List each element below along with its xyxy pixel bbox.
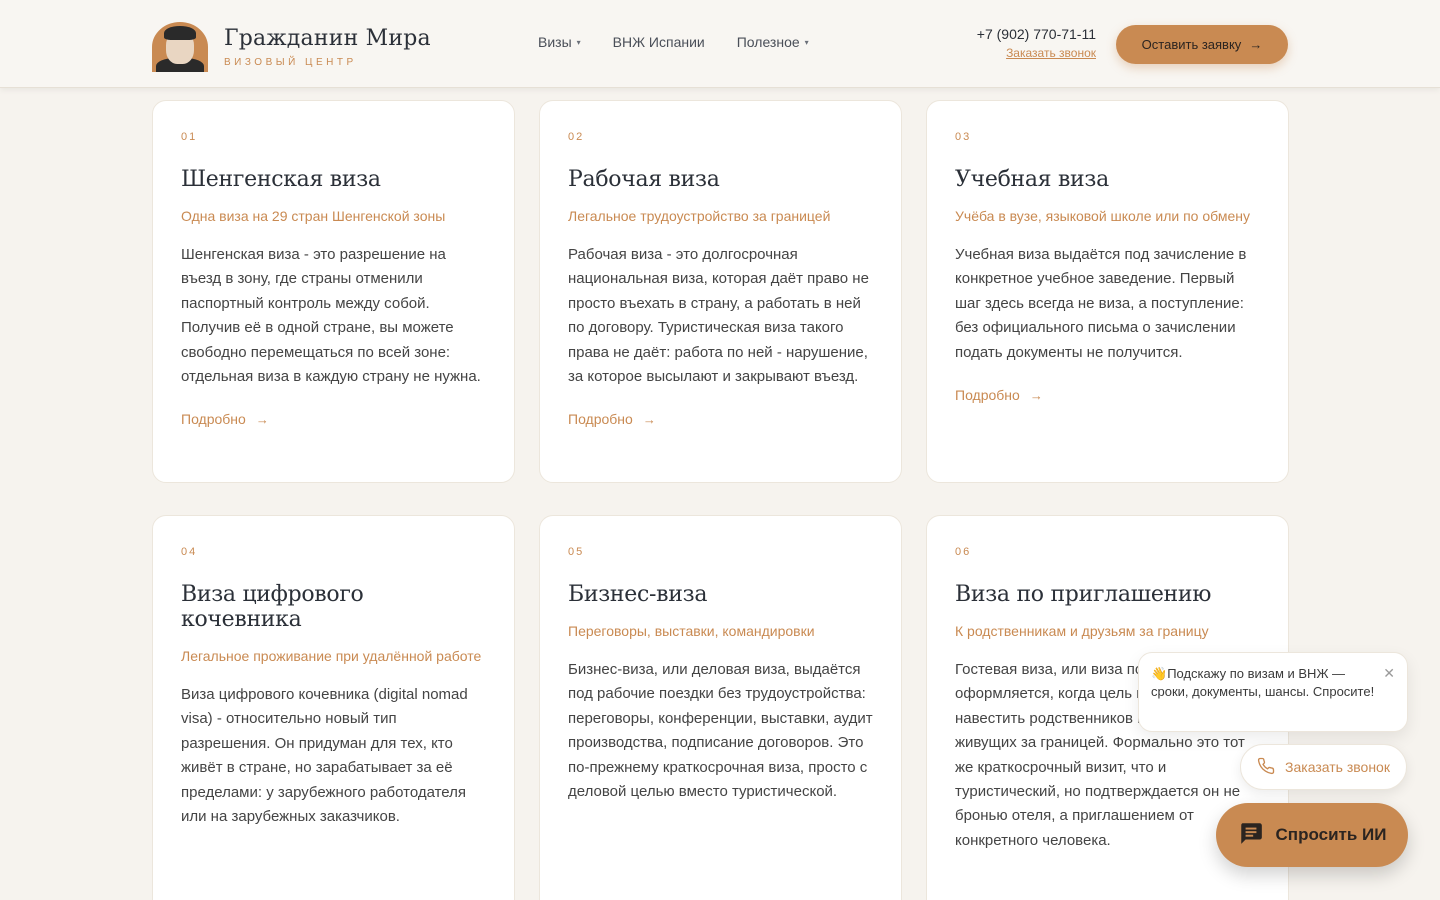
card-number: 04 <box>181 546 198 558</box>
card-title: Бизнес-виза <box>568 582 708 607</box>
card-number: 05 <box>568 546 585 558</box>
close-icon[interactable]: ✕ <box>1383 664 1395 682</box>
card-subtitle: Легальное трудоустройство за границей <box>568 208 831 224</box>
caret-down-icon: ▾ <box>804 37 809 47</box>
card-number: 06 <box>955 546 972 558</box>
visa-card: 05 Бизнес-виза Переговоры, выставки, ком… <box>539 515 902 900</box>
card-more-label: Подробно <box>955 387 1020 404</box>
submit-request-label: Оставить заявку <box>1141 37 1242 52</box>
card-text: Виза цифрового кочевника (digital nomad … <box>181 686 468 826</box>
nav-item-label: Визы <box>538 34 572 50</box>
arrow-right-icon: → <box>255 411 269 427</box>
card-title: Рабочая виза <box>568 167 720 192</box>
ask-ai-button[interactable]: Спросить ИИ <box>1216 803 1408 867</box>
logo-avatar-icon <box>152 22 208 72</box>
card-title: Шенгенская виза <box>181 167 381 192</box>
nav-item-visas[interactable]: Визы ▾ <box>538 34 581 50</box>
card-text: Рабочая виза - это долгосрочная национал… <box>568 246 869 386</box>
header-contact: +7 (902) 770-71-11 Заказать звонок <box>966 26 1096 60</box>
phone-icon <box>1257 757 1275 778</box>
card-subtitle: Переговоры, выставки, командировки <box>568 623 815 639</box>
nav-item-label: ВНЖ Испании <box>612 34 705 50</box>
card-title: Учебная виза <box>955 167 1109 192</box>
visa-card: 03 Учебная виза Учёба в вузе, языковой ш… <box>926 100 1289 483</box>
card-subtitle: Легальное проживание при удалённой работ… <box>181 648 482 664</box>
callback-link[interactable]: Заказать звонок <box>966 46 1096 60</box>
card-subtitle: Учёба в вузе, языковой школе или по обме… <box>955 208 1250 224</box>
card-text: Шенгенская виза - это разрешение на въез… <box>181 246 481 386</box>
card-text: Бизнес-виза, или деловая виза, выдаётся … <box>568 661 873 801</box>
logo[interactable]: Гражданин Мира ВИЗОВЫЙ ЦЕНТР <box>152 22 431 72</box>
card-more-label: Подробно <box>568 411 633 428</box>
site-header: Гражданин Мира ВИЗОВЫЙ ЦЕНТР Визы ▾ ВНЖ … <box>0 0 1440 88</box>
logo-title: Гражданин Мира <box>224 26 431 51</box>
logo-subtitle: ВИЗОВЫЙ ЦЕНТР <box>224 57 357 68</box>
phone-number[interactable]: +7 (902) 770-71-11 <box>966 26 1096 42</box>
ask-ai-label: Спросить ИИ <box>1275 825 1387 844</box>
callback-button[interactable]: Заказать звонок <box>1240 744 1407 790</box>
chat-greeting-bubble[interactable]: 👋Подскажу по визам и ВНЖ — сроки, докуме… <box>1138 652 1408 732</box>
card-number: 02 <box>568 131 585 143</box>
visa-card: 01 Шенгенская виза Одна виза на 29 стран… <box>152 100 515 483</box>
card-text: Учебная виза выдаётся под зачисление в к… <box>955 246 1247 361</box>
card-more-link[interactable]: Подробно → <box>955 387 1043 403</box>
card-subtitle: К родственникам и друзьям за границу <box>955 623 1209 639</box>
wave-hand-icon: 👋 <box>1151 666 1168 681</box>
card-subtitle: Одна виза на 29 стран Шенгенской зоны <box>181 208 446 224</box>
callback-button-label: Заказать звонок <box>1285 759 1390 775</box>
card-number: 03 <box>955 131 972 143</box>
card-title: Виза по приглашению <box>955 582 1212 607</box>
card-more-label: Подробно <box>181 411 246 428</box>
chat-icon <box>1238 820 1264 851</box>
arrow-right-icon: → <box>1029 387 1043 403</box>
nav-item-residence-spain[interactable]: ВНЖ Испании <box>613 34 705 50</box>
card-number: 01 <box>181 131 198 143</box>
arrow-right-icon: → <box>1249 37 1263 52</box>
card-more-link[interactable]: Подробно → <box>181 411 269 427</box>
visa-card: 02 Рабочая виза Легальное трудоустройств… <box>539 100 902 483</box>
card-more-link[interactable]: Подробно → <box>568 411 656 427</box>
arrow-right-icon: → <box>642 411 656 427</box>
caret-down-icon: ▾ <box>576 37 581 47</box>
chat-greeting-text: Подскажу по визам и ВНЖ — сроки, докумен… <box>1151 666 1375 699</box>
nav-item-useful[interactable]: Полезное ▾ <box>737 34 809 50</box>
card-title: Виза цифрового кочевника <box>181 582 364 632</box>
visa-card: 04 Виза цифрового кочевника Легальное пр… <box>152 515 515 900</box>
nav-item-label: Полезное <box>736 34 800 50</box>
submit-request-button[interactable]: Оставить заявку → <box>1116 25 1288 64</box>
main-nav: Визы ▾ ВНЖ Испании Полезное ▾ <box>538 34 841 50</box>
